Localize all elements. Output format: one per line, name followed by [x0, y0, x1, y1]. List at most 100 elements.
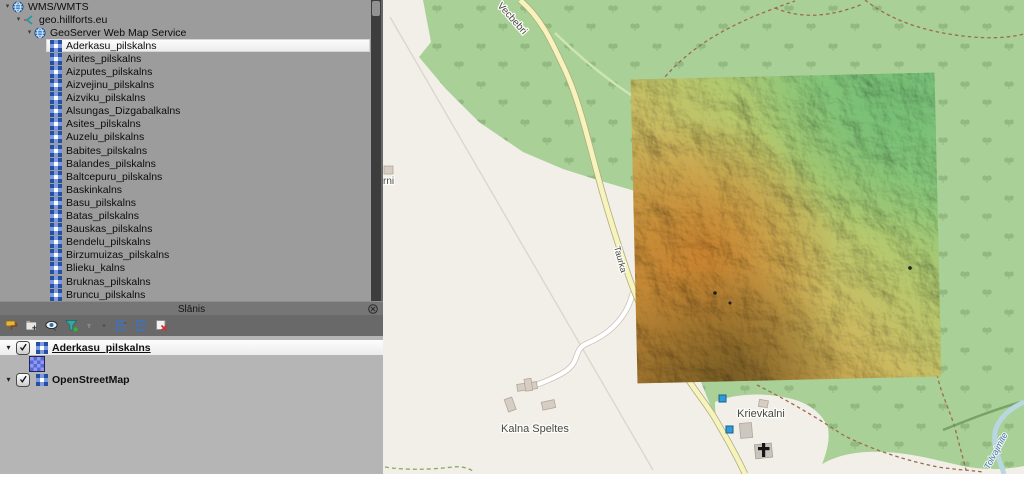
- tree-layer-label: Aizviku_pilskalns: [66, 92, 145, 104]
- map-themes-icon[interactable]: [45, 319, 58, 332]
- add-group-icon[interactable]: [25, 319, 38, 332]
- remove-layer-icon[interactable]: [155, 319, 168, 332]
- raster-layer-icon: [50, 236, 62, 248]
- tree-layer-item[interactable]: Babites_pilskalns: [0, 144, 371, 157]
- tree-item-label: GeoServer Web Map Service: [50, 27, 186, 39]
- collapse-arrow-icon[interactable]: [4, 373, 13, 386]
- collapse-arrow-icon[interactable]: [4, 341, 13, 354]
- tree-layer-label: Baltcepuru_pilskalns: [66, 171, 162, 183]
- tree-layer-label: Bauskas_pilskalns: [66, 223, 152, 235]
- tree-layer-label: Bruknas_pilskalns: [66, 276, 151, 288]
- styling-icon[interactable]: [5, 319, 18, 332]
- tree-layer-item[interactable]: Aizviku_pilskalns: [0, 92, 371, 105]
- tree-item-connection[interactable]: geo.hillforts.eu: [0, 13, 371, 26]
- tree-layer-label: Aizputes_pilskalns: [66, 66, 152, 78]
- legend-color-patch: [29, 356, 45, 372]
- browser-panel: WMS/WMTS geo.hillforts.eu GeoServer Web …: [0, 0, 371, 301]
- tree-layer-item[interactable]: Birzumuizas_pilskalns: [0, 249, 371, 262]
- tree-item-wms-root[interactable]: WMS/WMTS: [0, 0, 371, 13]
- tree-layer-label: Bendelu_pilskalns: [66, 236, 151, 248]
- tree-item-service[interactable]: GeoServer Web Map Service: [0, 26, 371, 39]
- tree-layer-label: Bruncu_pilskalns: [66, 289, 145, 301]
- qgis-window: WMS/WMTS geo.hillforts.eu GeoServer Web …: [0, 0, 1024, 474]
- tree-layer-label: Balandes_pilskalns: [66, 158, 156, 170]
- tree-layer-label: Asites_pilskalns: [66, 118, 141, 130]
- filter-legend-icon[interactable]: [65, 319, 78, 332]
- tree-layer-item[interactable]: Bruncu_pilskalns: [0, 288, 371, 301]
- tree-layer-item[interactable]: Alsungas_Dizgabalkalns: [0, 105, 371, 118]
- tree-layer-item[interactable]: Baltcepuru_pilskalns: [0, 170, 371, 183]
- tree-layer-item[interactable]: Aizputes_pilskalns: [0, 65, 371, 78]
- tree-layer-item[interactable]: Airites_pilskalns: [0, 52, 371, 65]
- raster-layer-icon: [50, 40, 62, 52]
- checkmark-icon: [19, 375, 28, 384]
- raster-layer-icon: [50, 262, 62, 274]
- layer-row-openstreetmap[interactable]: OpenStreetMap: [0, 372, 383, 387]
- dropdown-icon[interactable]: [100, 319, 108, 332]
- raster-layer-icon: [50, 66, 62, 78]
- tree-layer-item[interactable]: Aderkasu_pilskalns: [0, 39, 371, 52]
- tree-layer-item[interactable]: Bendelu_pilskalns: [0, 236, 371, 249]
- place-label-kalna-speltes: Kalna Speltes: [501, 423, 569, 435]
- place-label-cut: rni: [383, 176, 394, 187]
- tree-layer-label: Basu_pilskalns: [66, 197, 136, 209]
- tree-layer-item[interactable]: Asites_pilskalns: [0, 118, 371, 131]
- server-connection-icon: [23, 14, 35, 26]
- raster-layer-icon: [50, 79, 62, 91]
- tree-layer-label: Blieku_kalns: [66, 262, 125, 274]
- raster-layer-icon: [50, 276, 62, 288]
- raster-layer-icon: [50, 131, 62, 143]
- raster-layer-icon: [36, 342, 48, 354]
- tree-layer-item[interactable]: Batas_pilskalns: [0, 210, 371, 223]
- tree-layer-item[interactable]: Balandes_pilskalns: [0, 157, 371, 170]
- raster-layer-icon: [50, 145, 62, 157]
- layer-visibility-checkbox[interactable]: [16, 341, 30, 355]
- wms-globe-icon: [34, 27, 46, 39]
- checkmark-icon: [19, 343, 28, 352]
- layers-panel-title: Slānis: [178, 304, 205, 315]
- tree-layer-label: Alsungas_Dizgabalkalns: [66, 105, 180, 117]
- tree-layer-item[interactable]: Auzelu_pilskalns: [0, 131, 371, 144]
- layers-toolbar: [0, 315, 383, 336]
- tree-layer-label: Babites_pilskalns: [66, 145, 147, 157]
- layer-name[interactable]: OpenStreetMap: [52, 374, 130, 386]
- tree-layer-list: Aderkasu_pilskalns Airites_pilskalns Aiz…: [0, 39, 371, 301]
- layer-visibility-checkbox[interactable]: [16, 373, 30, 387]
- tree-layer-item[interactable]: Basu_pilskalns: [0, 196, 371, 209]
- collapse-arrow-icon[interactable]: [3, 0, 12, 13]
- tree-scrollbar-thumb[interactable]: [372, 1, 380, 16]
- filter-expression-icon[interactable]: [85, 319, 93, 332]
- tree-scrollbar[interactable]: [371, 0, 381, 301]
- tree-layer-label: Baskinkalns: [66, 184, 122, 196]
- tree-layer-item[interactable]: Baskinkalns: [0, 183, 371, 196]
- tree-item-label: WMS/WMTS: [28, 1, 89, 13]
- tree-layer-label: Birzumuizas_pilskalns: [66, 249, 169, 261]
- layer-row-aderkasu[interactable]: Aderkasu_pilskalns: [0, 340, 383, 355]
- tree-layer-item[interactable]: Bauskas_pilskalns: [0, 223, 371, 236]
- close-panel-icon[interactable]: [368, 304, 378, 314]
- expand-all-icon[interactable]: [115, 319, 128, 332]
- map-render: Vecbebri Taurka rni Kalna Speltes Krievk…: [383, 0, 1024, 474]
- collapse-arrow-icon[interactable]: [25, 26, 34, 39]
- layers-list: Aderkasu_pilskalns OpenStreetMap: [0, 336, 383, 474]
- tree-layer-item[interactable]: Bruknas_pilskalns: [0, 275, 371, 288]
- raster-layer-icon: [50, 92, 62, 104]
- layer-name[interactable]: Aderkasu_pilskalns: [52, 342, 151, 354]
- raster-layer-icon: [50, 158, 62, 170]
- tree-layer-item[interactable]: Blieku_kalns: [0, 262, 371, 275]
- layers-panel-header: Slānis: [0, 301, 383, 316]
- tree-layer-label: Batas_pilskalns: [66, 210, 139, 222]
- raster-layer-icon: [50, 249, 62, 261]
- collapse-arrow-icon[interactable]: [14, 13, 23, 26]
- collapse-all-icon[interactable]: [135, 319, 148, 332]
- raster-layer-icon: [50, 53, 62, 65]
- tree-layer-label: Aderkasu_pilskalns: [66, 40, 156, 52]
- place-label-krievkalni: Krievkalni: [737, 408, 785, 420]
- map-canvas[interactable]: Vecbebri Taurka rni Kalna Speltes Krievk…: [383, 0, 1024, 474]
- raster-layer-icon: [50, 289, 62, 301]
- raster-layer-icon: [36, 374, 48, 386]
- tree-layer-item[interactable]: Aizvejinu_pilskalns: [0, 79, 371, 92]
- dem-overlay: [631, 73, 942, 384]
- raster-layer-icon: [50, 197, 62, 209]
- raster-layer-icon: [50, 105, 62, 117]
